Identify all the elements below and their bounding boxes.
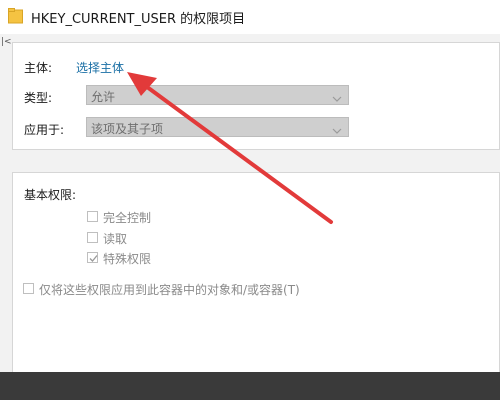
type-select-value: 允许 (91, 90, 116, 104)
special-checkbox[interactable] (87, 252, 98, 263)
folder-icon (8, 7, 23, 25)
read-checkbox[interactable] (87, 232, 98, 243)
bottom-strip (0, 372, 500, 400)
applies-to-select-value: 该项及其子项 (91, 122, 164, 136)
full-control-checkbox[interactable] (87, 211, 98, 222)
permissions-panel: 基本权限: 完全控制 读取 特殊权限 仅将这些权限应用到此容器中的对象和/或容器… (12, 172, 500, 373)
chevron-down-icon (332, 92, 342, 102)
full-control-label: 完全控制 (103, 211, 152, 225)
type-label: 类型: (24, 91, 53, 105)
special-label: 特殊权限 (103, 252, 152, 266)
apply-only-checkbox[interactable] (23, 283, 34, 294)
window-title: HKEY_CURRENT_USER 的权限项目 (31, 12, 246, 27)
select-principal-link[interactable]: 选择主体 (76, 59, 124, 76)
applies-to-label: 应用于: (24, 123, 65, 137)
principal-panel: 主体: 选择主体 类型: 允许 应用于: 该项及其子项 (12, 42, 500, 150)
type-select[interactable]: 允许 (86, 85, 349, 105)
title-bar: HKEY_CURRENT_USER 的权限项目 (0, 0, 500, 35)
principal-label: 主体: (24, 61, 53, 75)
apply-only-label: 仅将这些权限应用到此容器中的对象和/或容器(T) (39, 283, 300, 297)
checkmark-icon (89, 255, 98, 262)
read-label: 读取 (103, 232, 128, 246)
side-mark: |< (1, 37, 12, 47)
basic-permissions-label: 基本权限: (24, 188, 77, 202)
chevron-down-icon (332, 124, 342, 134)
applies-to-select[interactable]: 该项及其子项 (86, 117, 349, 137)
